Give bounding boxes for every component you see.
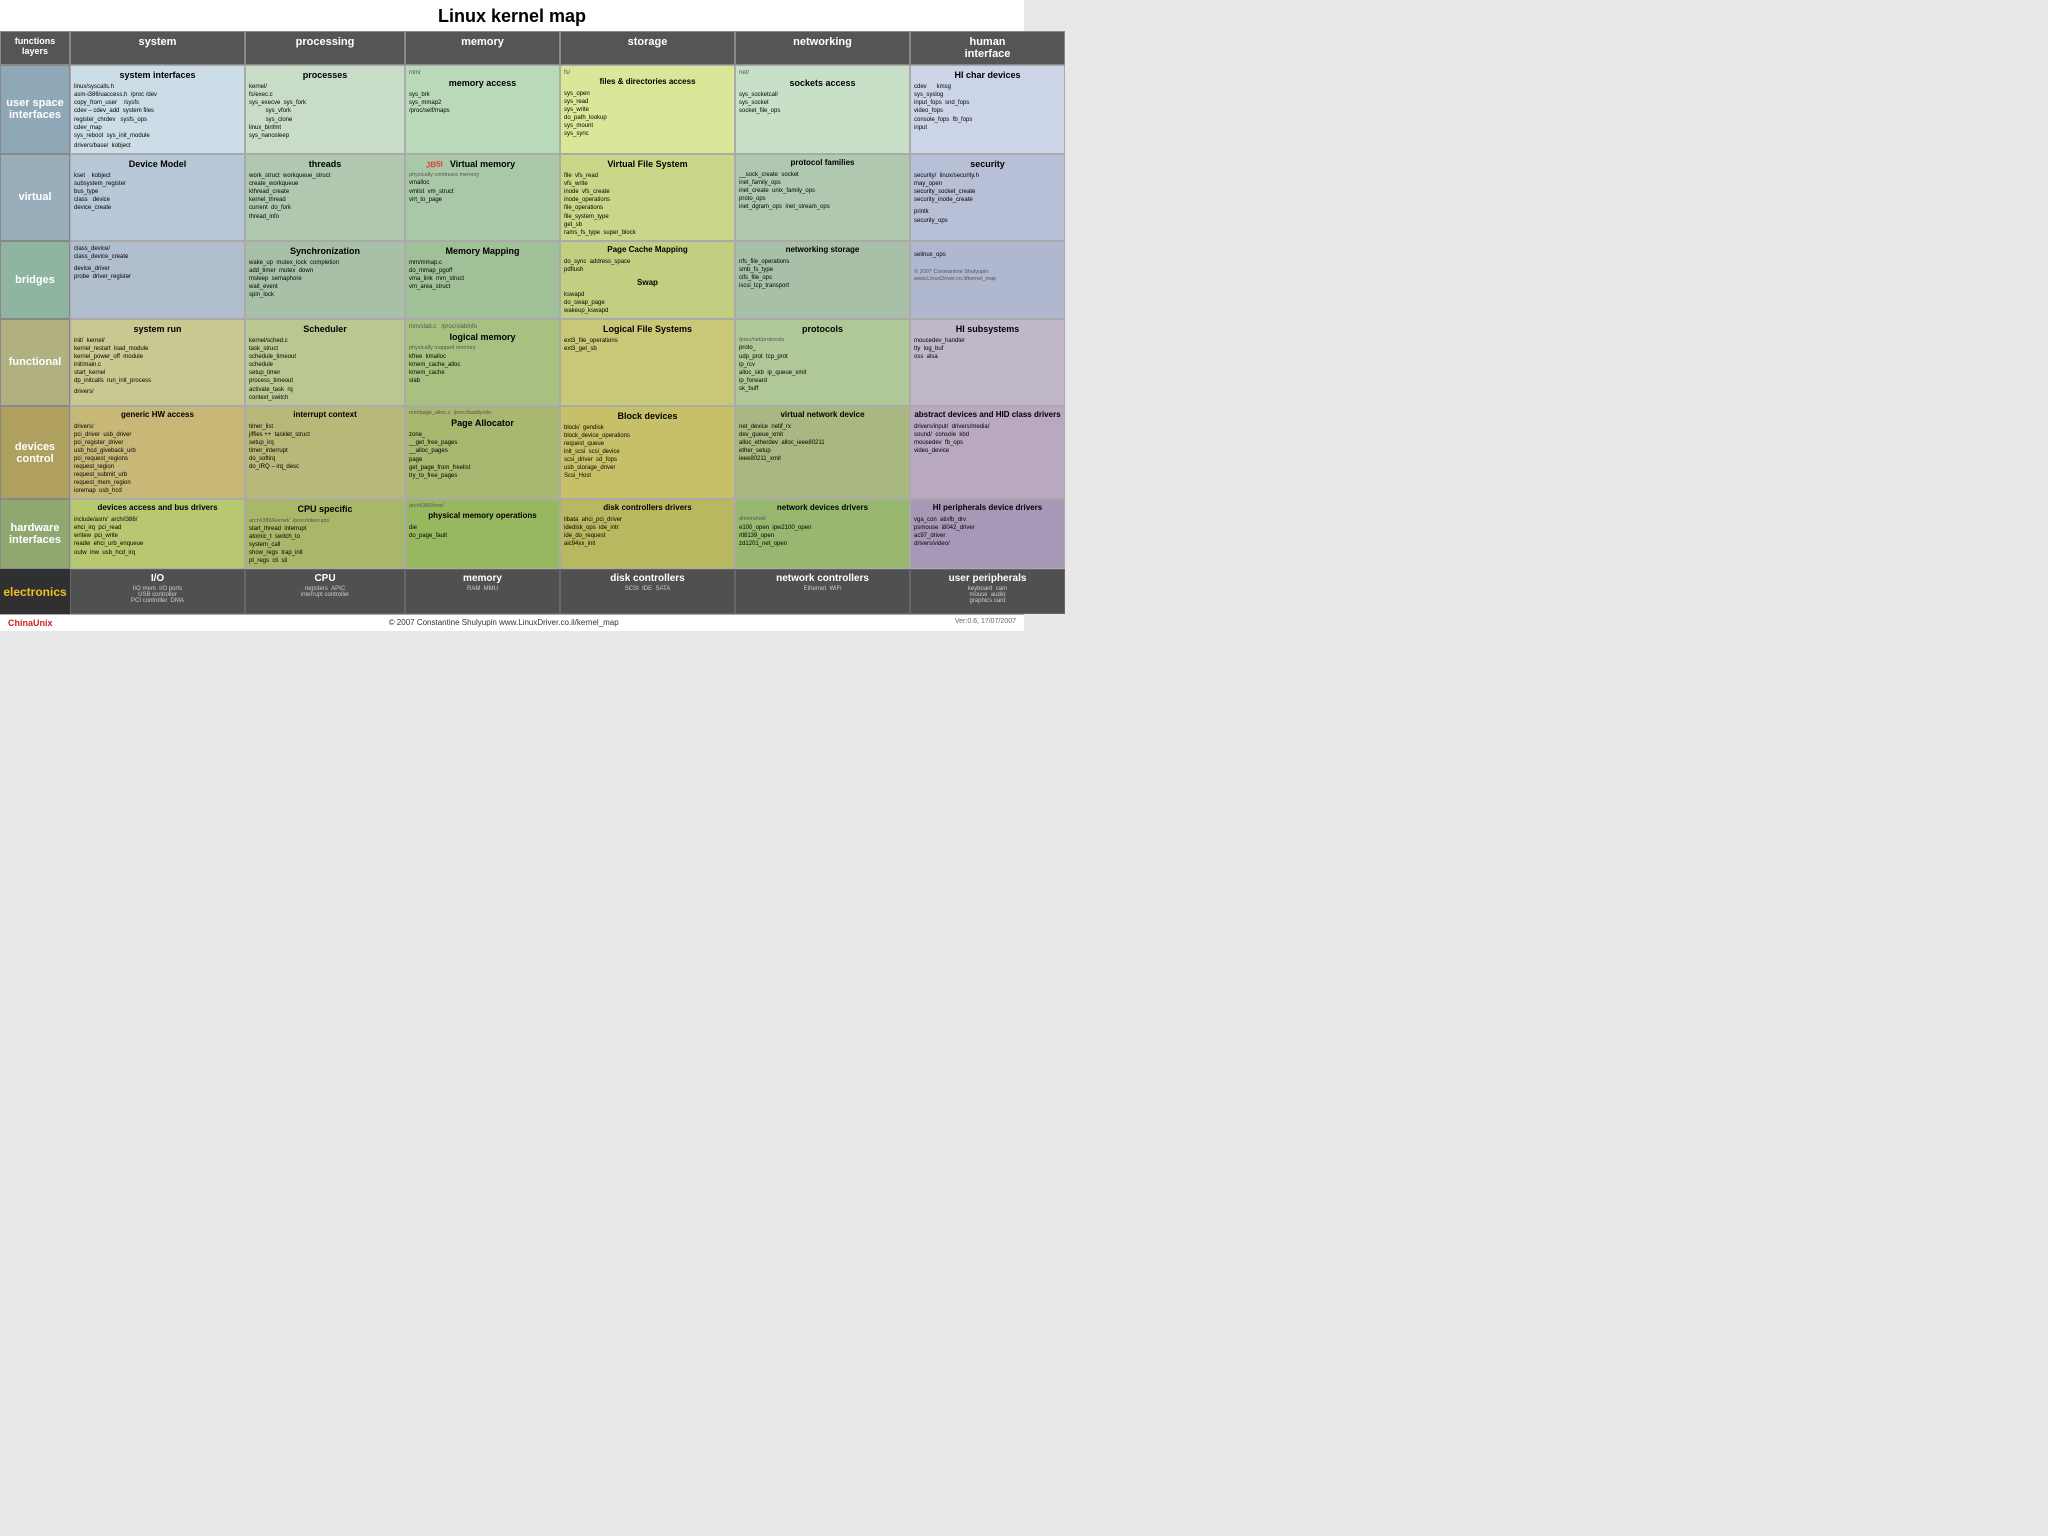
cell-userspace-storage: fs/ files & directories access sys_open … [560, 65, 735, 154]
col-header-memory: memory [405, 31, 560, 65]
row-label-devices: devices control [0, 406, 70, 500]
cell-bridges-hi: selinux_ops © 2007 Constantine Shulyupin… [910, 241, 1065, 319]
cell-virtual-system: Device Model kset kobject subsystem_regi… [70, 154, 245, 241]
elec-network: network controllers Ethernet WiFi [735, 569, 910, 614]
header-row: functions layers system processing memor… [0, 31, 1024, 65]
cell-hardware-hi: HI peripherals device drivers vga_con at… [910, 499, 1065, 569]
col-header-networking: networking [735, 31, 910, 65]
cell-bridges-system: class_device/ class_device_create device… [70, 241, 245, 319]
cell-devices-storage: Block devices block/ gendisk block_devic… [560, 406, 735, 500]
cell-functional-processing: Scheduler kernel/sched.c task_struct sch… [245, 319, 405, 406]
col-header-storage: storage [560, 31, 735, 65]
cell-functional-memory: mm/slab.c /proc/slabinfo logical memory … [405, 319, 560, 406]
cell-virtual-networking: protocol families __sock_create socket i… [735, 154, 910, 241]
row-label-virtual: virtual [0, 154, 70, 241]
page-container: Linux kernel map functions layers system… [0, 0, 1024, 631]
cell-devices-hi: abstract devices and HID class drivers d… [910, 406, 1065, 500]
cell-bridges-storage: Page Cache Mapping do_sync address_space… [560, 241, 735, 319]
cell-hardware-memory: arch/i386/mm/ physical memory operations… [405, 499, 560, 569]
row-hardware: hardware interfaces devices access and b… [0, 499, 1024, 569]
electronics-row: electronics I/O I/O mem I/O ports USB co… [0, 569, 1024, 614]
row-label-functional: functional [0, 319, 70, 406]
col-header-processing: processing [245, 31, 405, 65]
cell-bridges-memory: Memory Mapping mm/mmap.c do_mmap_pgoff v… [405, 241, 560, 319]
cell-bridges-processing: Synchronization wake_up mutex_lock compl… [245, 241, 405, 319]
cell-virtual-storage: Virtual File System file vfs_read vfs_wr… [560, 154, 735, 241]
elec-cpu: CPU registers APIC interrupt controller [245, 569, 405, 614]
row-userspace: user space interfaces system interfaces … [0, 65, 1024, 154]
cell-virtual-memory: Virtual memory physically continues memo… [405, 154, 560, 241]
cell-hardware-processing: CPU specific arch/i386/kernel/ /proc/int… [245, 499, 405, 569]
cell-virtual-processing: threads work_struct workqueue_struct cre… [245, 154, 405, 241]
cell-userspace-hi: HI char devices cdev kmsg sys_syslog inp… [910, 65, 1065, 154]
elec-memory: memory RAM MMU [405, 569, 560, 614]
col-header-layers: functions layers [0, 31, 70, 65]
row-label-bridges: bridges [0, 241, 70, 319]
elec-io: I/O I/O mem I/O ports USB controller PCI… [70, 569, 245, 614]
cell-devices-networking: virtual network device net_device netif_… [735, 406, 910, 500]
row-functional: functional system run init/ kernel/ kern… [0, 319, 1024, 406]
cell-functional-hi: HI subsystems mousedev_handler tty log_b… [910, 319, 1065, 406]
cell-functional-networking: protocols /proc/net/protocols proto_ udp… [735, 319, 910, 406]
row-label-userspace: user space interfaces [0, 65, 70, 154]
cell-devices-processing: interrupt context timer_list jiffies ++ … [245, 406, 405, 500]
row-bridges: bridges class_device/ class_device_creat… [0, 241, 1024, 319]
col-header-system: system [70, 31, 245, 65]
footer-center: © 2007 Constantine Shulyupin www.LinuxDr… [389, 618, 619, 628]
cell-hardware-storage: disk controllers drivers libata ahci_pci… [560, 499, 735, 569]
cell-virtual-hi: security security/ linux/security.h may_… [910, 154, 1065, 241]
electronics-label: electronics [0, 569, 70, 614]
cell-devices-system: generic HW access drivers/ pci_driver us… [70, 406, 245, 500]
row-devices: devices control generic HW access driver… [0, 406, 1024, 500]
cell-hardware-networking: network devices drivers drivers/net/ e10… [735, 499, 910, 569]
cell-functional-storage: Logical File Systems ext3_file_operation… [560, 319, 735, 406]
cell-userspace-memory: mm/ memory access sys_brk sys_mmap2 /pro… [405, 65, 560, 154]
row-label-hardware: hardware interfaces [0, 499, 70, 569]
page-title: Linux kernel map [0, 0, 1024, 31]
footer-right: Ver:0.6, 17/07/2007 [955, 618, 1016, 628]
cell-userspace-networking: net/ sockets access sys_socketcall sys_s… [735, 65, 910, 154]
col-header-hi: human interface [910, 31, 1065, 65]
cell-userspace-system: system interfaces linux/syscalls.h asm-i… [70, 65, 245, 154]
cell-functional-system: system run init/ kernel/ kernel_restart … [70, 319, 245, 406]
cell-devices-memory: mm/page_alloc.c /proc/buddyinfo Page All… [405, 406, 560, 500]
footer-left: ChinaUnix [8, 618, 53, 628]
cell-userspace-processing: processes kernel/ fs/exec.c sys_execve s… [245, 65, 405, 154]
cell-bridges-networking: networking storage nfs_file_operations s… [735, 241, 910, 319]
cell-hardware-system: devices access and bus drivers include/a… [70, 499, 245, 569]
elec-disk: disk controllers SCSI IDE SATA [560, 569, 735, 614]
footer: ChinaUnix © 2007 Constantine Shulyupin w… [0, 614, 1024, 631]
elec-peripherals: user peripherals keyboard cam mouse audi… [910, 569, 1065, 614]
row-virtual: virtual Device Model kset kobject subsys… [0, 154, 1024, 241]
